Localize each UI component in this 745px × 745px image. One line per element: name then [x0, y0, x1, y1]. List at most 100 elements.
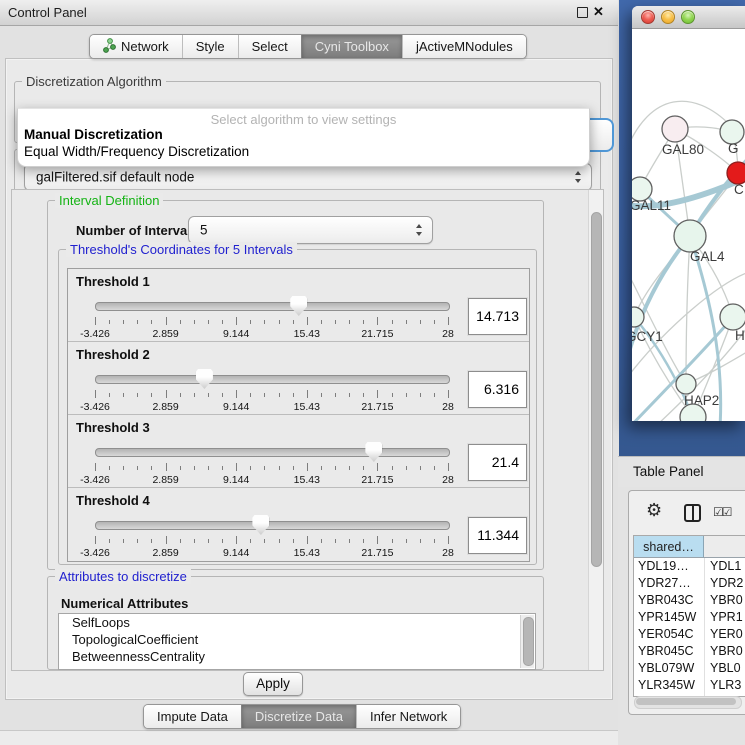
tab-select[interactable]: Select: [238, 35, 301, 58]
columns-icon[interactable]: [684, 504, 701, 522]
network-node-h[interactable]: [720, 304, 745, 330]
table-horizontal-scrollbar[interactable]: [634, 696, 742, 709]
tab-cyni-toolbox[interactable]: Cyni Toolbox: [301, 35, 402, 58]
tick-mark: [363, 466, 364, 470]
cell-name: YER0: [710, 626, 743, 643]
close-traffic-light-icon[interactable]: [641, 10, 655, 24]
threshold-4-slider[interactable]: -3.426 2.859 9.144 15.43 21.715 28: [92, 514, 452, 560]
tick-mark: [307, 463, 308, 471]
slider-track[interactable]: [95, 521, 450, 530]
minimize-traffic-light-icon[interactable]: [661, 10, 675, 24]
slider-track[interactable]: [95, 302, 450, 311]
settings-vertical-scrollbar[interactable]: [588, 190, 603, 670]
tick-label: 9.144: [223, 547, 249, 559]
tick-mark: [208, 393, 209, 397]
network-node-gal4[interactable]: [674, 220, 706, 252]
table-row[interactable]: YDL19…YDL1: [634, 558, 745, 575]
tick-label: 2.859: [152, 401, 178, 413]
network-node-gal80[interactable]: [662, 116, 688, 142]
zoom-traffic-light-icon[interactable]: [681, 10, 695, 24]
tick-mark: [335, 539, 336, 543]
tab-network[interactable]: Network: [90, 35, 182, 58]
float-window-icon[interactable]: [577, 7, 588, 18]
tab-jactivemnodules[interactable]: jActiveMNodules: [402, 35, 526, 58]
tick-label: 28: [442, 474, 454, 486]
bottom-tab-infer-network[interactable]: Infer Network: [356, 705, 460, 728]
tick-label: 28: [442, 401, 454, 413]
threshold-2-value-field[interactable]: 6.316: [468, 371, 527, 408]
slider-thumb[interactable]: [290, 296, 307, 316]
table-row[interactable]: YBL079WYBL0: [634, 660, 745, 677]
table-data-combobox[interactable]: galFiltered.sif default node: [24, 163, 592, 191]
threshold-3-value-field[interactable]: 21.4: [468, 444, 527, 481]
close-icon[interactable]: ✕: [593, 4, 604, 20]
column-header-name[interactable]: na: [704, 536, 745, 558]
column-header-shared-name[interactable]: shared…: [634, 536, 704, 558]
cell-name: YLR3: [710, 677, 741, 694]
tick-mark: [250, 466, 251, 470]
threshold-2-slider[interactable]: -3.426 2.859 9.144 15.43 21.715 28: [92, 368, 452, 414]
attribute-list-item[interactable]: BetweennessCentrality: [59, 648, 535, 665]
network-node-c[interactable]: [727, 162, 745, 184]
apply-button[interactable]: Apply: [243, 672, 303, 696]
attributes-group: Attributes to discretize Numerical Attri…: [47, 576, 544, 670]
slider-track[interactable]: [95, 375, 450, 384]
threshold-3-slider[interactable]: -3.426 2.859 9.144 15.43 21.715 28: [92, 441, 452, 487]
tick-mark: [222, 466, 223, 470]
tick-mark: [180, 466, 181, 470]
attribute-list-item[interactable]: TopologicalCoefficient: [59, 631, 535, 648]
table-panel-title: Table Panel: [633, 464, 704, 479]
panel-title: Control Panel: [8, 5, 87, 20]
slider-track[interactable]: [95, 448, 450, 457]
tick-mark: [109, 393, 110, 397]
discretization-algorithm-group: Discretization Algorithm Select algorith…: [14, 81, 601, 143]
bottom-tab-impute-data[interactable]: Impute Data: [144, 705, 241, 728]
numerical-attributes-list[interactable]: SelfLoopsTopologicalCoefficientBetweenne…: [58, 613, 536, 670]
tick-mark: [166, 390, 167, 398]
slider-thumb[interactable]: [196, 369, 213, 389]
tick-label: -3.426: [80, 547, 110, 559]
tick-mark: [95, 536, 96, 544]
tick-mark: [151, 393, 152, 397]
table-row[interactable]: YER054CYER0: [634, 626, 745, 643]
slider-thumb[interactable]: [365, 442, 382, 462]
tick-mark: [349, 320, 350, 324]
gear-icon[interactable]: ⚙: [646, 500, 662, 521]
tick-mark: [434, 466, 435, 470]
tick-label: 2.859: [152, 328, 178, 340]
network-view-frame: GAL80GCGAL11GAL4GCY1HHAP2: [619, 0, 745, 456]
tick-mark: [151, 466, 152, 470]
tab-label: Cyni Toolbox: [315, 39, 389, 54]
threshold-4-value-field[interactable]: 11.344: [468, 517, 527, 554]
table-row[interactable]: YPR145WYPR1: [634, 609, 745, 626]
threshold-1-slider[interactable]: -3.426 2.859 9.144 15.43 21.715 28: [92, 295, 452, 341]
tick-mark: [137, 466, 138, 470]
network-icon: [103, 38, 116, 56]
threshold-1-value-field[interactable]: 14.713: [468, 298, 527, 335]
checkbox-icons[interactable]: ☑☑: [713, 505, 731, 519]
tick-mark: [180, 393, 181, 397]
network-node-gcy1[interactable]: [632, 307, 644, 327]
tick-mark: [279, 466, 280, 470]
dropdown-item-manual-discretization[interactable]: Manual Discretization: [18, 127, 589, 144]
network-canvas[interactable]: GAL80GCGAL11GAL4GCY1HHAP2: [632, 29, 745, 421]
table-row[interactable]: YLR345WYLR3: [634, 677, 745, 694]
table-row[interactable]: YDR27…YDR2: [634, 575, 745, 592]
number-of-intervals-combobox[interactable]: 5: [188, 216, 433, 244]
threshold-value: 6.316: [484, 372, 519, 407]
table-row[interactable]: YBR043CYBR0: [634, 592, 745, 609]
table-row[interactable]: YBR045CYBR0: [634, 643, 745, 660]
attribute-list-item[interactable]: SelfLoops: [59, 614, 535, 631]
tick-label: -3.426: [80, 328, 110, 340]
tab-style[interactable]: Style: [182, 35, 238, 58]
network-node-hap2[interactable]: [676, 374, 696, 394]
list-scrollbar[interactable]: [520, 615, 534, 668]
tick-mark: [236, 390, 237, 398]
tick-mark: [137, 320, 138, 324]
slider-thumb[interactable]: [252, 515, 269, 535]
tick-mark: [208, 466, 209, 470]
tab-label: Select: [252, 39, 288, 54]
dropdown-item-equal-width-frequency[interactable]: Equal Width/Frequency Discretization: [18, 144, 589, 161]
bottom-tab-discretize-data[interactable]: Discretize Data: [241, 705, 356, 728]
tick-mark: [434, 539, 435, 543]
